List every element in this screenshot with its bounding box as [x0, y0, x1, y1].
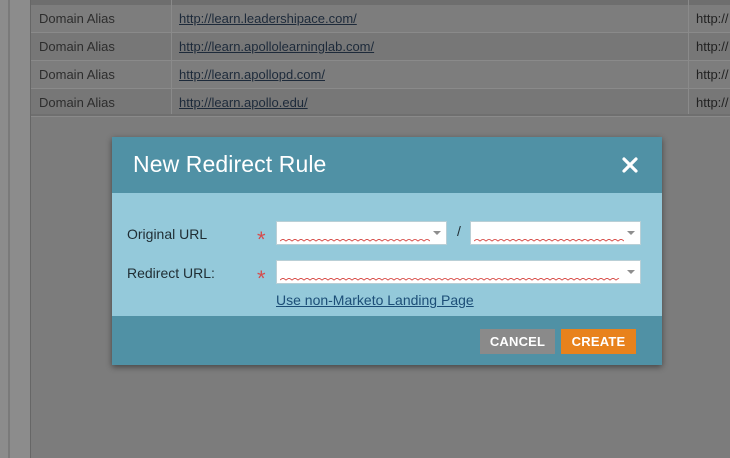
- row-type-cell: Domain Alias: [39, 67, 115, 82]
- new-redirect-rule-dialog: New Redirect Rule Original URL * / Redir…: [112, 137, 662, 365]
- table-row[interactable]: Domain Alias http://learn.leadershipace.c…: [31, 5, 730, 33]
- column-divider: [688, 0, 689, 114]
- table-row[interactable]: Domain Alias http://learn.apollolearningl…: [31, 33, 730, 61]
- redirect-url-select[interactable]: [276, 260, 641, 284]
- dialog-title: New Redirect Rule: [133, 151, 327, 177]
- row-type-cell: Domain Alias: [39, 39, 115, 54]
- chevron-down-icon[interactable]: [433, 231, 441, 235]
- row-source-url-link[interactable]: http://learn.leadershipace.com/: [179, 5, 679, 32]
- use-non-marketo-landing-page-link[interactable]: Use non-Marketo Landing Page: [276, 292, 474, 308]
- original-url-domain-select[interactable]: [276, 221, 447, 245]
- table-row[interactable]: Domain Alias http://learn.apollo.edu/http…: [31, 89, 730, 117]
- original-url-path-select[interactable]: [470, 221, 641, 245]
- row-type-cell: Domain Alias: [39, 11, 115, 26]
- spellcheck-underline: [280, 278, 620, 281]
- chevron-down-icon[interactable]: [627, 231, 635, 235]
- column-divider: [171, 0, 172, 114]
- table-body: Domain Alias http://learn.leadershipace.c…: [31, 5, 730, 117]
- row-destination-cell: http://: [696, 11, 729, 26]
- row-destination-cell: http://: [696, 67, 729, 82]
- spellcheck-underline: [280, 239, 430, 242]
- required-marker: *: [257, 227, 266, 252]
- row-destination-cell: http://: [696, 39, 729, 54]
- table-row[interactable]: Domain Alias http://learn.apollopd.com/ht…: [31, 61, 730, 89]
- left-rail: [0, 0, 31, 458]
- rail-divider: [8, 0, 10, 458]
- create-button[interactable]: CREATE: [561, 329, 636, 354]
- row-type-cell: Domain Alias: [39, 95, 115, 110]
- row-source-url-link[interactable]: http://learn.apollo.edu/: [179, 89, 679, 116]
- dialog-header: New Redirect Rule: [112, 137, 662, 193]
- redirect-url-label: Redirect URL:: [127, 265, 215, 281]
- required-marker: *: [257, 266, 266, 291]
- close-icon[interactable]: [620, 155, 640, 175]
- cancel-button[interactable]: CANCEL: [480, 329, 555, 354]
- row-source-url-link[interactable]: http://learn.apollolearninglab.com/: [179, 33, 679, 60]
- dialog-footer: CANCEL CREATE: [112, 316, 662, 365]
- row-destination-cell: http://: [696, 95, 729, 110]
- table-bottom-border: [31, 114, 730, 116]
- url-separator: /: [457, 223, 461, 239]
- chevron-down-icon[interactable]: [627, 270, 635, 274]
- row-source-url-link[interactable]: http://learn.apollopd.com/: [179, 61, 679, 88]
- original-url-label: Original URL: [127, 226, 208, 242]
- spellcheck-underline: [474, 239, 624, 242]
